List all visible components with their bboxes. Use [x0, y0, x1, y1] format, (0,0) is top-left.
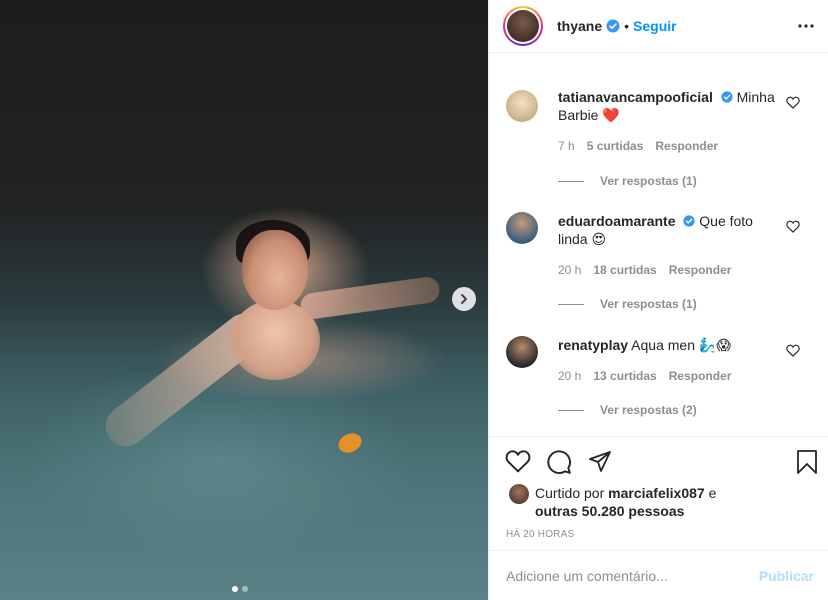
instagram-post: thyane • Seguir tatianavancampooficial M… [0, 0, 828, 600]
header-separator: • [624, 18, 630, 34]
verified-badge-icon [721, 91, 733, 103]
comment-text-block: renatyplay Aqua men 🧞‍♂️😱 [558, 336, 778, 354]
comment-time: 20 h [558, 263, 582, 277]
likes-user[interactable]: marciafelix087 [608, 485, 705, 501]
comment-username[interactable]: eduardoamarante [558, 213, 675, 229]
carousel-next-button[interactable] [452, 287, 476, 311]
replies-line [558, 303, 584, 305]
comment-emoji: 🧞‍♂️😱 [698, 337, 731, 353]
comment-time: 20 h [558, 369, 582, 383]
comment-reply-button[interactable]: Responder [669, 369, 732, 383]
add-comment-bar: Publicar [488, 550, 828, 600]
verified-badge-icon [683, 215, 695, 227]
view-replies-label[interactable]: Ver respostas (1) [600, 297, 697, 311]
likes-prefix: Curtido por [535, 485, 605, 501]
author-avatar[interactable] [503, 6, 543, 46]
publish-button[interactable]: Publicar [759, 568, 814, 584]
chevron-right-icon [461, 294, 467, 304]
view-replies-button[interactable]: Ver respostas (1) [558, 174, 697, 188]
comment-likes[interactable]: 18 curtidas [593, 263, 656, 277]
comment-likes[interactable]: 5 curtidas [587, 139, 644, 153]
comment-text-block: tatianavancampooficial Minha Barbie ❤️ [558, 88, 778, 124]
comment-reply-button[interactable]: Responder [655, 139, 718, 153]
likes-others[interactable]: outras 50.280 pessoas [535, 503, 684, 519]
like-heart-icon[interactable] [505, 449, 531, 473]
comment-reply-button[interactable]: Responder [669, 263, 732, 277]
replies-line [558, 180, 584, 182]
comment-username[interactable]: tatianavancampooficial [558, 89, 713, 105]
post-header: thyane • Seguir [489, 0, 828, 53]
comment-avatar[interactable] [506, 90, 538, 122]
likes-summary: Curtido por marciafelix087 e outras 50.2… [535, 484, 805, 520]
comment-emoji: ❤️ [602, 107, 620, 123]
liker-avatar[interactable] [509, 484, 529, 504]
comment-meta: 20 h 13 curtidas Responder [558, 369, 731, 383]
actions-divider [488, 436, 828, 437]
comment-meta: 7 h 5 curtidas Responder [558, 139, 718, 153]
carousel-dot-active [232, 586, 238, 592]
view-replies-button[interactable]: Ver respostas (1) [558, 297, 697, 311]
share-paper-plane-icon[interactable] [587, 449, 613, 473]
comment-text: Aqua men [631, 337, 695, 353]
comment-like-heart-icon[interactable] [786, 220, 800, 233]
photo-shoulder [230, 300, 320, 380]
author-username[interactable]: thyane [557, 18, 602, 34]
comment-emoji: 😍 [591, 231, 607, 247]
comment-text-block: eduardoamarante Que foto linda 😍 [558, 212, 778, 248]
comment-time: 7 h [558, 139, 575, 153]
comment-like-heart-icon[interactable] [786, 344, 800, 357]
comment-like-heart-icon[interactable] [786, 96, 800, 109]
likes-connector: e [708, 485, 717, 501]
post-photo[interactable] [0, 0, 488, 600]
carousel-dots [232, 586, 248, 592]
view-replies-button[interactable]: Ver respostas (2) [558, 403, 697, 417]
comment-meta: 20 h 18 curtidas Responder [558, 263, 731, 277]
comment-bubble-icon[interactable] [546, 449, 572, 475]
view-replies-label[interactable]: Ver respostas (2) [600, 403, 697, 417]
follow-button[interactable]: Seguir [633, 18, 677, 34]
carousel-dot [242, 586, 248, 592]
comment-avatar[interactable] [506, 212, 538, 244]
replies-line [558, 409, 584, 411]
post-timestamp[interactable]: HÁ 20 HORAS [506, 529, 574, 540]
comment-avatar[interactable] [506, 336, 538, 368]
photo-head [242, 230, 308, 310]
more-options-icon[interactable] [798, 24, 814, 28]
view-replies-label[interactable]: Ver respostas (1) [600, 174, 697, 188]
comment-input[interactable] [506, 567, 759, 584]
comment-likes[interactable]: 13 curtidas [593, 369, 656, 383]
save-bookmark-icon[interactable] [795, 449, 819, 475]
comment-username[interactable]: renatyplay [558, 337, 628, 353]
verified-badge-icon [606, 19, 620, 33]
